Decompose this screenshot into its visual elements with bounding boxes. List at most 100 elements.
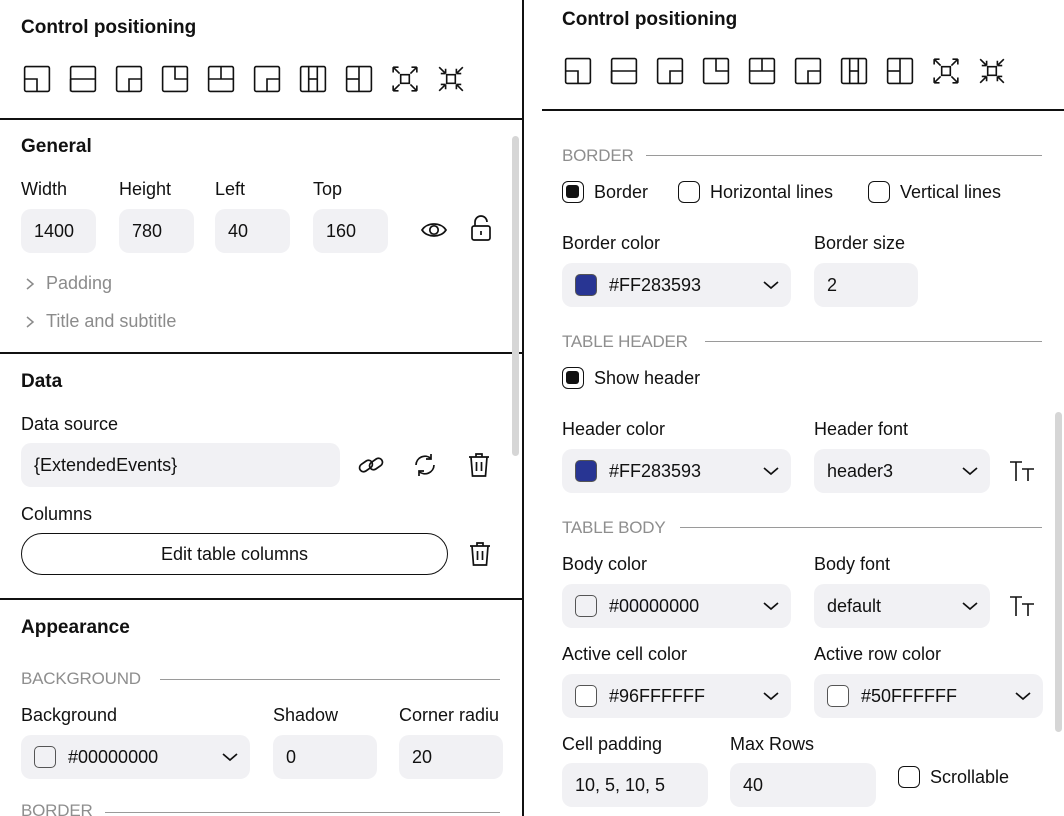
expand-icon[interactable] <box>390 64 420 94</box>
body-font-select[interactable]: default <box>814 584 990 628</box>
active-row-color-label: Active row color <box>814 644 942 664</box>
chevron-right-icon[interactable] <box>22 314 38 330</box>
scrollable-checkbox[interactable]: Scrollable <box>898 766 1009 788</box>
data-source-input[interactable]: {ExtendedEvents} <box>21 443 340 487</box>
height-input[interactable]: 780 <box>119 209 194 253</box>
scrollbar[interactable] <box>512 136 519 456</box>
max-rows-value: 40 <box>743 774 764 795</box>
header-font-select[interactable]: header3 <box>814 449 990 493</box>
header-font-value: header3 <box>827 460 894 481</box>
right-properties-panel: Control positioning BORDER Border Horizo… <box>526 0 1064 816</box>
header-color-label: Header color <box>562 419 666 439</box>
unlock-icon[interactable] <box>466 212 496 244</box>
chevron-down-icon <box>950 466 990 476</box>
header-color-select[interactable]: #FF283593 <box>562 449 791 493</box>
scrollbar[interactable] <box>1055 412 1062 732</box>
shrink-icon[interactable] <box>977 56 1007 86</box>
edit-table-columns-label: Edit table columns <box>160 543 309 564</box>
height-label: Height <box>119 179 172 199</box>
section-rule <box>680 527 1042 528</box>
divider <box>542 109 1064 111</box>
dock-bottom-left-icon[interactable] <box>839 56 869 86</box>
top-input[interactable]: 160 <box>313 209 388 253</box>
active-cell-color-select[interactable]: #96FFFFFF <box>562 674 791 718</box>
shadow-value: 0 <box>286 746 297 767</box>
left-input[interactable]: 40 <box>215 209 290 253</box>
chevron-right-icon[interactable] <box>22 276 38 292</box>
color-swatch <box>575 274 597 296</box>
corner-radius-label: Corner radiu <box>399 705 500 725</box>
body-color-select[interactable]: #00000000 <box>562 584 791 628</box>
top-label: Top <box>313 179 343 199</box>
border-color-label: Border color <box>562 233 661 253</box>
horizontal-lines-label: Horizontal lines <box>710 181 834 202</box>
dock-center-icon[interactable] <box>206 64 236 94</box>
link-icon[interactable] <box>354 450 388 480</box>
dock-top-icon[interactable] <box>68 64 98 94</box>
corner-radius-input[interactable]: 20 <box>399 735 503 779</box>
checkbox-box <box>562 367 584 389</box>
dock-bottom-icon[interactable] <box>885 56 915 86</box>
dock-top-icon[interactable] <box>609 56 639 86</box>
chevron-down-icon <box>751 601 791 611</box>
data-source-label: Data source <box>21 414 119 434</box>
dock-right-icon[interactable] <box>252 64 282 94</box>
cell-padding-value: 10, 5, 10, 5 <box>575 774 666 795</box>
general-section-title: General <box>21 136 92 157</box>
active-row-color-select[interactable]: #50FFFFFF <box>814 674 1043 718</box>
dock-left-icon[interactable] <box>701 56 731 86</box>
border-color-select[interactable]: #FF283593 <box>562 263 791 307</box>
cell-padding-input[interactable]: 10, 5, 10, 5 <box>562 763 708 807</box>
dock-top-left-icon[interactable] <box>563 56 593 86</box>
checkbox-box <box>678 181 700 203</box>
vertical-lines-checkbox[interactable]: Vertical lines <box>868 181 1001 203</box>
border-checkbox[interactable]: Border <box>562 181 648 203</box>
padding-expander[interactable]: Padding <box>46 273 112 294</box>
dock-bottom-icon[interactable] <box>344 64 374 94</box>
vertical-lines-label: Vertical lines <box>900 181 1002 202</box>
shadow-input[interactable]: 0 <box>273 735 377 779</box>
width-input[interactable]: 1400 <box>21 209 96 253</box>
divider <box>0 352 522 354</box>
chevron-down-icon <box>210 752 250 762</box>
chevron-down-icon <box>751 466 791 476</box>
left-properties-panel: Control positioning General Width Height… <box>0 0 524 816</box>
show-header-label: Show header <box>594 367 701 388</box>
font-size-icon[interactable] <box>1006 591 1038 621</box>
font-size-icon[interactable] <box>1006 456 1038 486</box>
trash-icon[interactable] <box>464 538 496 570</box>
chevron-down-icon <box>950 601 990 611</box>
active-cell-color-value: #96FFFFFF <box>609 685 706 706</box>
section-rule <box>105 812 500 813</box>
checkbox-box <box>868 181 890 203</box>
horizontal-lines-checkbox[interactable]: Horizontal lines <box>678 181 833 203</box>
max-rows-label: Max Rows <box>730 734 815 754</box>
edit-table-columns-button[interactable]: Edit table columns <box>21 533 448 575</box>
section-rule <box>160 679 500 680</box>
scrollable-label: Scrollable <box>930 766 1010 787</box>
border-checkbox-label: Border <box>594 181 649 202</box>
divider <box>0 118 522 120</box>
expand-icon[interactable] <box>931 56 961 86</box>
checkbox-box <box>898 766 920 788</box>
shrink-icon[interactable] <box>436 64 466 94</box>
dock-top-right-icon[interactable] <box>114 64 144 94</box>
max-rows-input[interactable]: 40 <box>730 763 876 807</box>
dock-center-icon[interactable] <box>747 56 777 86</box>
refresh-icon[interactable] <box>408 449 442 481</box>
top-value: 160 <box>326 220 357 241</box>
eye-icon[interactable] <box>418 215 450 245</box>
title-subtitle-expander[interactable]: Title and subtitle <box>46 311 176 332</box>
dock-top-right-icon[interactable] <box>655 56 685 86</box>
border-size-input[interactable]: 2 <box>814 263 918 307</box>
background-color-select[interactable]: #00000000 <box>21 735 250 779</box>
color-swatch <box>575 595 597 617</box>
dock-left-icon[interactable] <box>160 64 190 94</box>
background-color-value: #00000000 <box>68 746 159 767</box>
dock-top-left-icon[interactable] <box>22 64 52 94</box>
dock-right-icon[interactable] <box>793 56 823 86</box>
dock-bottom-left-icon[interactable] <box>298 64 328 94</box>
border-section-header: BORDER <box>562 146 634 165</box>
trash-icon[interactable] <box>463 449 495 481</box>
show-header-checkbox[interactable]: Show header <box>562 367 700 389</box>
